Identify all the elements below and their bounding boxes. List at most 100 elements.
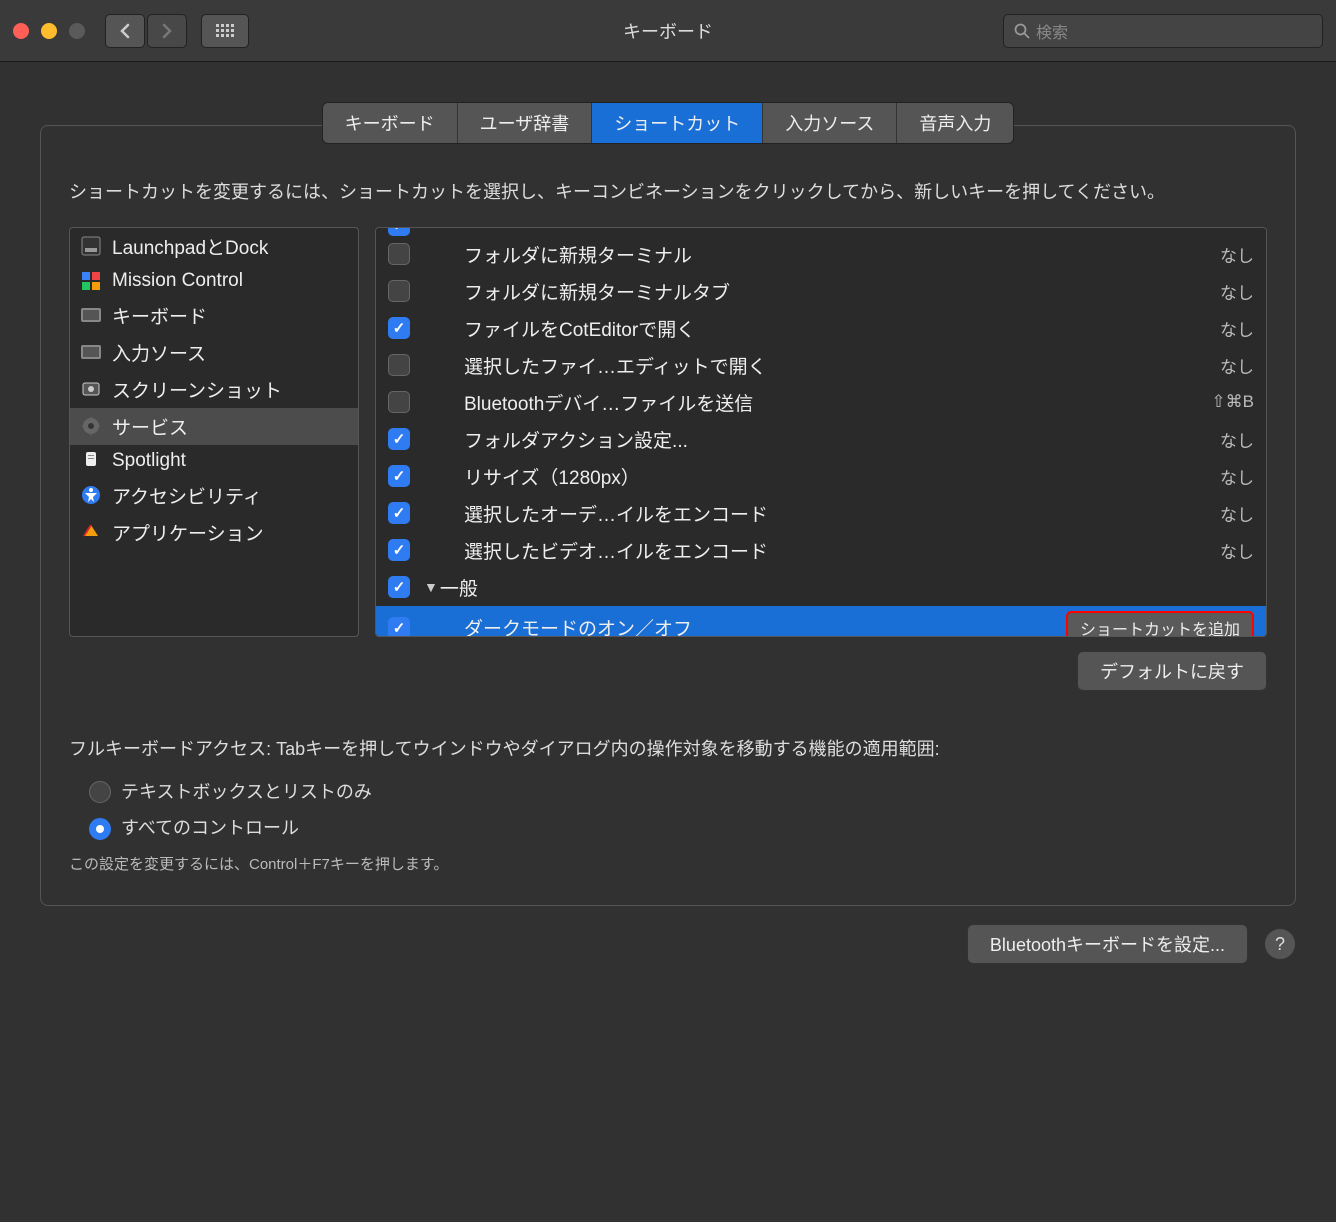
sidebar-item-label: Mission Control (112, 270, 243, 292)
shortcut-value[interactable]: なし (1220, 353, 1254, 378)
search-icon (1014, 23, 1030, 39)
sidebar-item-label: アクセシビリティ (112, 482, 262, 509)
sidebar-item-label: スクリーンショット (112, 376, 282, 403)
shortcut-row[interactable]: フォルダアクション設定... なし (376, 421, 1266, 458)
titlebar: キーボード 検索 (0, 0, 1336, 62)
sidebar-item-6[interactable]: Spotlight (70, 445, 358, 477)
tab-input-sources[interactable]: 入力ソース (763, 103, 897, 143)
chevron-right-icon (161, 23, 173, 39)
radio-label: テキストボックスとリストのみ (121, 778, 372, 807)
search-field[interactable]: 検索 (1003, 14, 1323, 48)
close-window-button[interactable] (13, 23, 29, 39)
sidebar-item-2[interactable]: キーボード (70, 297, 358, 334)
tab-user-dictionary[interactable]: ユーザ辞書 (458, 103, 593, 143)
launchpad-icon (80, 235, 102, 257)
sidebar-item-label: LaunchpadとDock (112, 233, 268, 260)
sidebar-item-8[interactable]: アプリケーション (70, 514, 358, 551)
checkbox[interactable] (388, 391, 410, 413)
tabs-container: キーボード ユーザ辞書 ショートカット 入力ソース 音声入力 (40, 102, 1296, 144)
radio-all-controls[interactable]: すべてのコントロール (89, 814, 1267, 843)
shortcut-row[interactable]: 選択したオーデ…イルをエンコードなし (376, 495, 1266, 532)
zoom-window-button[interactable] (69, 23, 85, 39)
sidebar-item-3[interactable]: 入力ソース (70, 334, 358, 371)
shortcut-row[interactable]: フォルダに新規ターミナルなし (376, 236, 1266, 273)
sidebar-item-5[interactable]: サービス (70, 408, 358, 445)
radio-label: すべてのコントロール (121, 814, 299, 843)
checkbox[interactable] (388, 428, 410, 450)
gear-icon (80, 415, 102, 437)
shortcut-row[interactable]: 選択したファイ…エディットで開くなし (376, 347, 1266, 384)
shortcut-row[interactable]: ファイルをCotEditorで開くなし (376, 310, 1266, 347)
system-preferences-window: キーボード 検索 キーボード ユーザ辞書 ショートカット 入力ソース 音声入力 … (0, 0, 1336, 1222)
checkbox[interactable] (388, 317, 410, 339)
keyboard-access-section: フルキーボードアクセス: Tabキーを押してウインドウやダイアログ内の操作対象を… (69, 735, 1267, 877)
shortcut-row[interactable]: 選択したビデオ…イルをエンコードなし (376, 532, 1266, 569)
checkbox[interactable] (388, 576, 410, 598)
restore-row: デフォルトに戻す (69, 651, 1267, 691)
restore-defaults-button[interactable]: デフォルトに戻す (1077, 651, 1267, 691)
radio-button[interactable] (89, 818, 111, 840)
spotlight-icon (80, 450, 102, 472)
sidebar-item-label: 入力ソース (112, 339, 206, 366)
sidebar-item-0[interactable]: LaunchpadとDock (70, 228, 358, 265)
shortcut-label: フォルダアクション設定... (424, 426, 1206, 453)
shortcut-value[interactable]: なし (1220, 316, 1254, 341)
checkbox[interactable] (388, 539, 410, 561)
shortcut-label: 選択したファイ…エディットで開く (424, 352, 1206, 379)
shortcut-value[interactable]: なし (1220, 538, 1254, 563)
back-button[interactable] (105, 14, 145, 48)
bluetooth-keyboard-button[interactable]: Bluetoothキーボードを設定... (967, 924, 1248, 964)
sidebar-item-label: Spotlight (112, 450, 186, 472)
tab-keyboard[interactable]: キーボード (323, 103, 458, 143)
show-all-button[interactable] (201, 14, 249, 48)
content-area: キーボード ユーザ辞書 ショートカット 入力ソース 音声入力 ショートカットを変… (0, 62, 1336, 906)
app-icon (80, 521, 102, 543)
sidebar-item-label: サービス (112, 413, 188, 440)
shortcut-list[interactable]: フォルダに新規ターミナルなしフォルダに新規ターミナルタブなしファイルをCotEd… (375, 227, 1267, 637)
checkbox[interactable] (388, 354, 410, 376)
shortcut-row[interactable]: ダークモードのオン／オフショートカットを追加 (376, 606, 1266, 637)
group-label: ▼一般 (424, 574, 1254, 601)
shortcut-value[interactable]: なし (1220, 464, 1254, 489)
help-button[interactable]: ? (1264, 928, 1296, 960)
checkbox[interactable] (388, 502, 410, 524)
columns: LaunchpadとDock Mission Control キーボード入力ソースス… (69, 227, 1267, 637)
tab-shortcuts[interactable]: ショートカット (592, 103, 763, 143)
sidebar-item-7[interactable]: アクセシビリティ (70, 477, 358, 514)
shortcut-label: リサイズ（1280px） (424, 463, 1206, 490)
checkbox[interactable] (388, 465, 410, 487)
checkbox[interactable] (388, 617, 410, 637)
footer: Bluetoothキーボードを設定... ? (0, 906, 1336, 974)
radio-button[interactable] (89, 781, 111, 803)
shortcut-label: ダークモードのオン／オフ (424, 614, 1052, 637)
shortcut-value[interactable]: なし (1220, 501, 1254, 526)
tab-dictation[interactable]: 音声入力 (897, 103, 1013, 143)
shortcut-value[interactable]: なし (1220, 279, 1254, 304)
window-title: キーボード (623, 18, 713, 44)
shortcut-row[interactable]: ▼一般 (376, 569, 1266, 606)
shortcut-label: Bluetoothデバイ…ファイルを送信 (424, 389, 1197, 416)
shortcut-label: フォルダに新規ターミナルタブ (424, 278, 1206, 305)
instructions-text: ショートカットを変更するには、ショートカットを選択し、キーコンビネーションをクリ… (69, 178, 1267, 207)
sidebar-item-1[interactable]: Mission Control (70, 265, 358, 297)
category-sidebar[interactable]: LaunchpadとDock Mission Control キーボード入力ソースス… (69, 227, 359, 637)
shortcut-row[interactable]: フォルダに新規ターミナルタブなし (376, 273, 1266, 310)
shortcut-row[interactable]: Bluetoothデバイ…ファイルを送信 ⇧⌘B (376, 384, 1266, 421)
shortcut-value[interactable]: ⇧⌘B (1211, 392, 1254, 412)
keyboard-access-label: フルキーボードアクセス: Tabキーを押してウインドウやダイアログ内の操作対象を… (69, 735, 1267, 764)
shortcut-row[interactable]: リサイズ（1280px） なし (376, 458, 1266, 495)
keyboard-icon (80, 304, 102, 326)
shortcut-value[interactable]: なし (1220, 242, 1254, 267)
minimize-window-button[interactable] (41, 23, 57, 39)
disclosure-triangle-icon[interactable]: ▼ (424, 579, 438, 595)
checkbox[interactable] (388, 280, 410, 302)
sidebar-item-4[interactable]: スクリーンショット (70, 371, 358, 408)
add-shortcut-button[interactable]: ショートカットを追加 (1066, 611, 1254, 637)
shortcuts-panel: ショートカットを変更するには、ショートカットを選択し、キーコンビネーションをクリ… (40, 125, 1296, 906)
shortcut-value[interactable]: なし (1220, 427, 1254, 452)
radio-text-boxes-only[interactable]: テキストボックスとリストのみ (89, 778, 1267, 807)
forward-button[interactable] (147, 14, 187, 48)
chevron-left-icon (119, 23, 131, 39)
shortcut-label: 選択したビデオ…イルをエンコード (424, 537, 1206, 564)
checkbox[interactable] (388, 243, 410, 265)
